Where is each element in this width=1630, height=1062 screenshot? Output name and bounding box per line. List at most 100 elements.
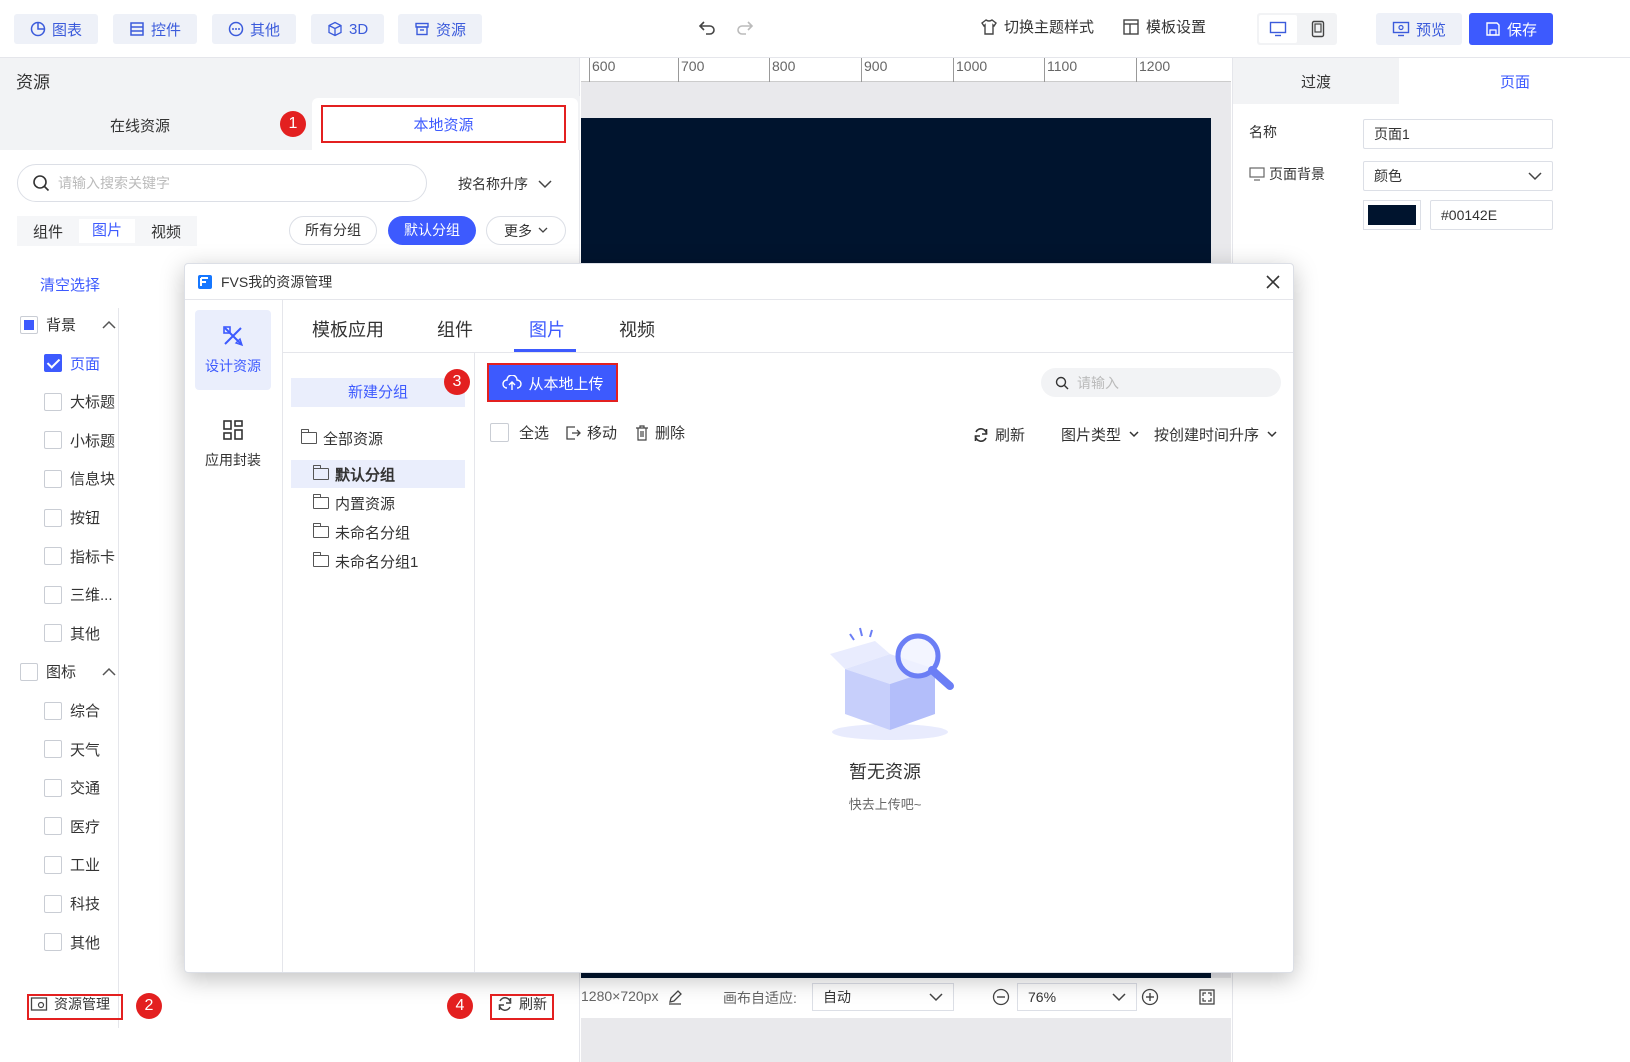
tree-item[interactable]: 信息块 (44, 468, 115, 489)
delete-button[interactable]: 删除 (635, 422, 685, 443)
theme-switch-button[interactable]: 切换主题样式 (980, 16, 1094, 37)
chevron-up-icon[interactable] (102, 667, 116, 677)
type-tab-image[interactable]: 图片 (79, 219, 135, 243)
preview-button[interactable]: 预览 (1376, 13, 1463, 45)
tree-item[interactable]: 综合 (44, 700, 100, 721)
tree-item[interactable]: 科技 (44, 893, 100, 914)
checkbox-box (490, 423, 509, 442)
tree-category[interactable]: 背景 (20, 314, 116, 335)
group-unnamed-1[interactable]: 未命名分组1 (291, 547, 465, 575)
tab-images[interactable]: 图片 (529, 316, 565, 342)
group-all-resources[interactable]: 全部资源 (291, 424, 465, 452)
tab-template-app[interactable]: 模板应用 (312, 316, 384, 342)
widget-button[interactable]: 控件 (113, 14, 198, 44)
tree-item[interactable]: 其他 (44, 932, 100, 953)
folder-icon (312, 465, 329, 480)
sidebar-item-design-resources[interactable]: 设计资源 (195, 310, 271, 390)
color-swatch[interactable] (1363, 200, 1421, 230)
tab-online-resources[interactable]: 在线资源 (0, 100, 280, 150)
refresh-icon (974, 427, 988, 442)
tree-item[interactable]: 指标卡 (44, 546, 115, 567)
edit-icon[interactable] (667, 989, 683, 1005)
checkbox-box (44, 778, 62, 797)
redo-icon[interactable] (735, 18, 755, 38)
resource-search-input[interactable]: 请输入搜索关键字 (17, 164, 427, 202)
tree-item[interactable]: 按钮 (44, 507, 100, 528)
clear-selection-link[interactable]: 清空选择 (40, 274, 100, 295)
tree-item[interactable]: 三维... (44, 584, 113, 605)
3d-button[interactable]: 3D (311, 14, 385, 44)
sidebar-item-app-package[interactable]: 应用封装 (195, 404, 271, 484)
zoom-out-icon[interactable] (992, 988, 1010, 1006)
page-name-input[interactable]: 页面1 (1363, 119, 1553, 149)
other-button[interactable]: 其他 (212, 14, 297, 44)
chevron-up-icon[interactable] (102, 320, 116, 330)
group-unnamed[interactable]: 未命名分组 (291, 518, 465, 546)
select-all-checkbox[interactable]: 全选 (490, 422, 549, 443)
filter-default-group[interactable]: 默认分组 (388, 216, 476, 245)
tree-category[interactable]: 图标 (20, 661, 116, 682)
save-button[interactable]: 保存 (1469, 13, 1554, 45)
chevron-down-icon (538, 227, 548, 233)
desktop-toggle[interactable] (1259, 15, 1297, 43)
zoom-value: 76% (1028, 989, 1057, 1005)
dialog-header: FVS我的资源管理 (185, 264, 1293, 300)
dialog-refresh-label: 刷新 (995, 427, 1026, 444)
move-button[interactable]: 移动 (565, 422, 617, 443)
group-default[interactable]: 默认分组 (291, 460, 465, 488)
resource-button[interactable]: 资源 (398, 14, 483, 44)
template-settings-button[interactable]: 模板设置 (1122, 16, 1206, 37)
mobile-toggle[interactable] (1301, 15, 1335, 43)
tree-label: 综合 (70, 703, 101, 720)
chart-button[interactable]: 图表 (14, 14, 99, 44)
tab-transition[interactable]: 过渡 (1233, 58, 1399, 104)
tab-videos[interactable]: 视频 (619, 316, 655, 342)
filter-more[interactable]: 更多 (486, 216, 566, 245)
new-group-button[interactable]: 新建分组 (291, 378, 465, 407)
tree-item[interactable]: 其他 (44, 623, 100, 644)
dialog-search-input[interactable]: 请输入 (1041, 368, 1281, 397)
tree-item[interactable]: 小标题 (44, 430, 115, 451)
fullscreen-icon[interactable] (1198, 988, 1216, 1006)
created-sort-select[interactable]: 按创建时间升序 (1154, 424, 1277, 445)
zoom-select[interactable]: 76% (1017, 983, 1137, 1011)
dialog-refresh-button[interactable]: 刷新 (973, 424, 1025, 445)
tree-label: 天气 (70, 741, 101, 759)
tree-item[interactable]: 天气 (44, 739, 100, 760)
tree-item[interactable]: 页面 (44, 353, 100, 374)
tab-page[interactable]: 页面 (1399, 58, 1630, 104)
checkbox-box (44, 624, 62, 643)
checkbox-box (20, 662, 38, 681)
undo-icon[interactable] (697, 18, 717, 38)
close-icon[interactable] (1265, 274, 1281, 290)
sort-select[interactable]: 按名称升序 (458, 174, 552, 194)
tree-label: 三维... (70, 587, 113, 605)
checkbox-box (44, 701, 62, 720)
filter-all-groups[interactable]: 所有分组 (289, 216, 377, 245)
type-tab-video[interactable]: 视频 (135, 221, 197, 242)
annotation-badge-4: 4 (447, 993, 473, 1019)
more-circle-icon (228, 21, 244, 37)
top-toolbar: 图表 控件 其他 3D 资源 切换主题样式 模板设置 预览 保存 (0, 0, 1630, 58)
tree-item[interactable]: 工业 (44, 854, 100, 875)
design-tools-icon (223, 326, 244, 347)
color-hex-input[interactable]: #00142E (1430, 200, 1553, 230)
tree-item[interactable]: 大标题 (44, 391, 115, 412)
bg-type-select[interactable]: 颜色 (1363, 161, 1553, 191)
type-tab-component[interactable]: 组件 (17, 221, 79, 242)
image-type-select[interactable]: 图片类型 (1061, 424, 1139, 445)
zoom-in-icon[interactable] (1141, 988, 1159, 1006)
tree-item[interactable]: 交通 (44, 777, 100, 798)
delete-label: 删除 (655, 425, 686, 442)
empty-title: 暂无资源 (849, 762, 921, 782)
tab-components[interactable]: 组件 (437, 316, 473, 342)
tree-item[interactable]: 医疗 (44, 816, 100, 837)
name-label: 名称 (1249, 124, 1277, 140)
group-builtin[interactable]: 内置资源 (291, 489, 465, 517)
fit-select[interactable]: 自动 (812, 983, 954, 1011)
checkbox-box (44, 469, 62, 488)
image-type-label: 图片类型 (1061, 427, 1122, 444)
dialog-title: FVS我的资源管理 (221, 273, 333, 290)
checkbox-box (44, 740, 62, 759)
move-label: 移动 (587, 425, 618, 442)
